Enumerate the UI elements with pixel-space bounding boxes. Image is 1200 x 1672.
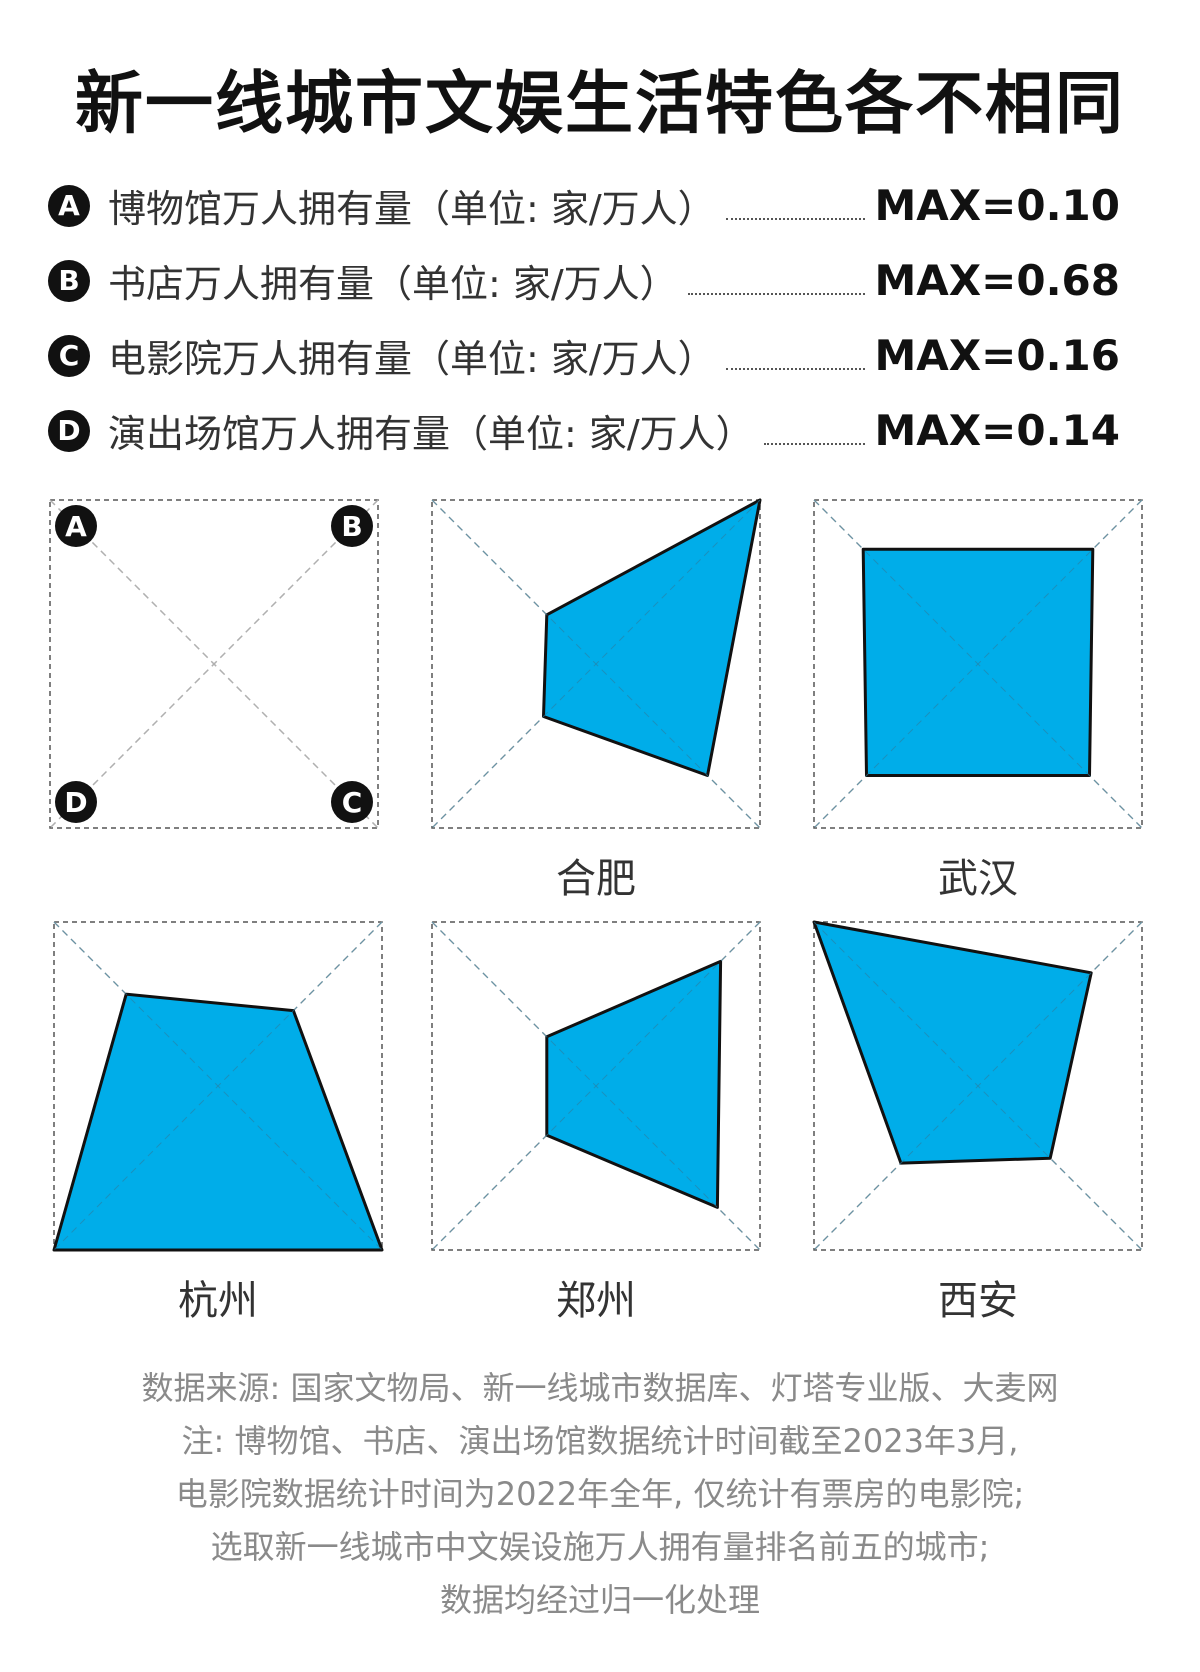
note-line: 注: 博物馆、书店、演出场馆数据统计时间截至2023年3月,	[181, 1422, 1019, 1460]
city-label: 西安	[938, 1278, 1018, 1324]
radar-panel	[431, 498, 762, 829]
radar-shape	[542, 498, 762, 777]
radar-panel	[431, 921, 761, 1251]
city-label: 杭州	[178, 1278, 258, 1324]
note-line: 数据均经过归一化处理	[439, 1581, 760, 1619]
axis-badge-label-b: B	[341, 510, 362, 543]
radar-panel	[812, 920, 1143, 1251]
axis-badge-label-a: A	[65, 510, 87, 543]
radar-panel	[52, 921, 384, 1252]
radar-shape	[52, 992, 384, 1252]
axis-badge-label-c: C	[342, 786, 363, 819]
note-line: 选取新一线城市中文娱设施万人拥有量排名前五的城市;	[210, 1528, 990, 1566]
radar-shape	[545, 959, 723, 1209]
axis-badge-label-d: D	[64, 786, 87, 819]
source-notes: 数据来源: 国家文物局、新一线城市数据库、灯塔专业版、大麦网 注: 博物馆、书店…	[0, 1362, 1200, 1627]
note-line: 数据来源: 国家文物局、新一线城市数据库、灯塔专业版、大麦网	[141, 1369, 1059, 1407]
city-label: 郑州	[556, 1278, 636, 1324]
axis-key-panel: A B C D	[49, 499, 379, 829]
radar-panel	[813, 499, 1143, 829]
radar-shape	[861, 547, 1095, 777]
note-line: 电影院数据统计时间为2022年全年, 仅统计有票房的电影院;	[175, 1475, 1025, 1513]
city-label: 武汉	[938, 856, 1018, 902]
radar-shape	[812, 920, 1093, 1165]
city-label: 合肥	[556, 856, 636, 902]
